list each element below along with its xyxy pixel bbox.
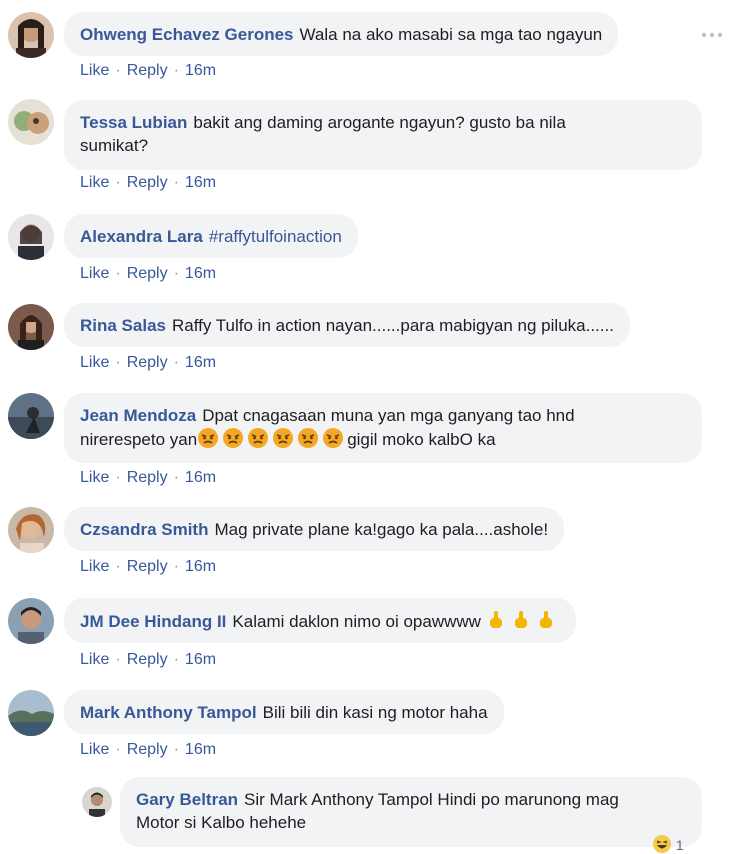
avatar[interactable]: [8, 214, 54, 260]
reply-link[interactable]: Reply: [127, 651, 168, 668]
angry-face-emoji: [223, 428, 244, 448]
comment-author[interactable]: Ohweng Echavez Gerones: [80, 25, 294, 44]
comment-bubble: Rina Salas Raffy Tulfo in action nayan...…: [64, 303, 630, 347]
angry-face-emoji: [248, 428, 269, 448]
comment-author[interactable]: JM Dee Hindang II: [80, 612, 226, 631]
comment-bubble: JM Dee Hindang II Kalami daklon nimo oi o…: [64, 598, 576, 643]
comment-text: Wala na ako masabi sa mga tao ngayun: [299, 25, 603, 44]
comment-author[interactable]: Tessa Lubian: [80, 113, 187, 132]
middle-finger-emoji: [514, 611, 527, 628]
timestamp[interactable]: 16m: [185, 354, 216, 371]
like-link[interactable]: Like: [80, 651, 109, 668]
like-link[interactable]: Like: [80, 354, 109, 371]
like-link[interactable]: Like: [80, 265, 109, 282]
timestamp[interactable]: 16m: [185, 651, 216, 668]
comment-author[interactable]: Czsandra Smith: [80, 520, 208, 539]
like-link[interactable]: Like: [80, 174, 109, 191]
avatar[interactable]: [8, 304, 54, 350]
reply-text-line2: Motor si Kalbo hehehe: [136, 813, 307, 832]
comment-author[interactable]: Mark Anthony Tampol: [80, 703, 257, 722]
reply-link[interactable]: Reply: [127, 354, 168, 371]
reply-link[interactable]: Reply: [127, 469, 168, 486]
haha-reaction-icon: [653, 835, 671, 853]
comment-author[interactable]: Jean Mendoza: [80, 406, 196, 425]
comment-text: Bili bili din kasi ng motor haha: [262, 703, 488, 722]
timestamp[interactable]: 16m: [185, 174, 216, 191]
comment-actions: Like · Reply · 16m: [80, 469, 217, 486]
reply-text: Sir Mark Anthony Tampol Hindi po marunon…: [244, 790, 619, 809]
avatar[interactable]: [8, 12, 54, 58]
more-options-icon[interactable]: [700, 30, 724, 40]
comment-actions: Like · Reply · 16m: [80, 265, 217, 282]
angry-face-emoji: [323, 428, 344, 448]
comment-actions: Like · Reply · 16m: [80, 174, 217, 191]
like-link[interactable]: Like: [80, 469, 109, 486]
finger-emoji-group: [485, 611, 560, 631]
reply-link[interactable]: Reply: [127, 741, 168, 758]
reply-author[interactable]: Gary Beltran: [136, 790, 238, 809]
timestamp[interactable]: 16m: [185, 469, 216, 486]
reply-link[interactable]: Reply: [127, 558, 168, 575]
comment-text: Kalami daklon nimo oi opawwww: [232, 612, 481, 631]
like-link[interactable]: Like: [80, 62, 109, 79]
angry-emoji-group: [197, 428, 347, 449]
comment-text: Dpat cnagasaan muna yan mga ganyang tao …: [202, 406, 575, 425]
comment-author[interactable]: Rina Salas: [80, 316, 166, 335]
reply-bubble: Gary Beltran Sir Mark Anthony Tampol Hind…: [120, 777, 702, 847]
comment-text: Raffy Tulfo in action nayan......para ma…: [172, 316, 614, 335]
hashtag-link[interactable]: #raffytulfoinaction: [209, 227, 342, 246]
comment-actions: Like · Reply · 16m: [80, 62, 217, 79]
comment-bubble: Mark Anthony Tampol Bili bili din kasi ng…: [64, 690, 504, 734]
avatar[interactable]: [8, 690, 54, 736]
timestamp[interactable]: 16m: [185, 265, 216, 282]
comment-text-line2: nirerespeto yan: [80, 430, 198, 449]
reply-link[interactable]: Reply: [127, 174, 168, 191]
comment-actions: Like · Reply · 16m: [80, 354, 217, 371]
comment-text-line2-end: gigil moko kalbO ka: [347, 430, 496, 449]
timestamp[interactable]: 16m: [185, 62, 216, 79]
reaction-summary[interactable]: 1: [652, 834, 684, 854]
timestamp[interactable]: 16m: [185, 741, 216, 758]
middle-finger-emoji: [539, 611, 552, 628]
timestamp[interactable]: 16m: [185, 558, 216, 575]
comment-bubble: Jean Mendoza Dpat cnagasaan muna yan mga …: [64, 393, 702, 463]
comment-text-line2: sumikat?: [80, 136, 149, 155]
comment-actions: Like · Reply · 16m: [80, 651, 217, 668]
comment-text: Mag private plane ka!gago ka pala....ash…: [214, 520, 549, 539]
avatar[interactable]: [8, 393, 54, 439]
comment-author[interactable]: Alexandra Lara: [80, 227, 203, 246]
reply-link[interactable]: Reply: [127, 265, 168, 282]
like-link[interactable]: Like: [80, 558, 109, 575]
middle-finger-emoji: [489, 611, 502, 628]
angry-face-emoji: [298, 428, 319, 448]
reply-link[interactable]: Reply: [127, 62, 168, 79]
like-link[interactable]: Like: [80, 741, 109, 758]
avatar[interactable]: [8, 598, 54, 644]
comment-bubble: Alexandra Lara #raffytulfoinaction: [64, 214, 358, 258]
comment-text: bakit ang daming arogante ngayun? gusto …: [193, 113, 566, 132]
comment-actions: Like · Reply · 16m: [80, 741, 217, 758]
comment-bubble: Ohweng Echavez Gerones Wala na ako masabi…: [64, 12, 619, 56]
avatar[interactable]: [8, 507, 54, 553]
comment-actions: Like · Reply · 16m: [80, 558, 217, 575]
comment-bubble: Tessa Lubian bakit ang daming arogante ng…: [64, 100, 702, 170]
angry-face-emoji: [273, 428, 294, 448]
avatar[interactable]: [8, 99, 54, 145]
comment-bubble: Czsandra Smith Mag private plane ka!gago …: [64, 507, 565, 551]
avatar[interactable]: [82, 787, 112, 817]
angry-face-emoji: [198, 428, 219, 448]
